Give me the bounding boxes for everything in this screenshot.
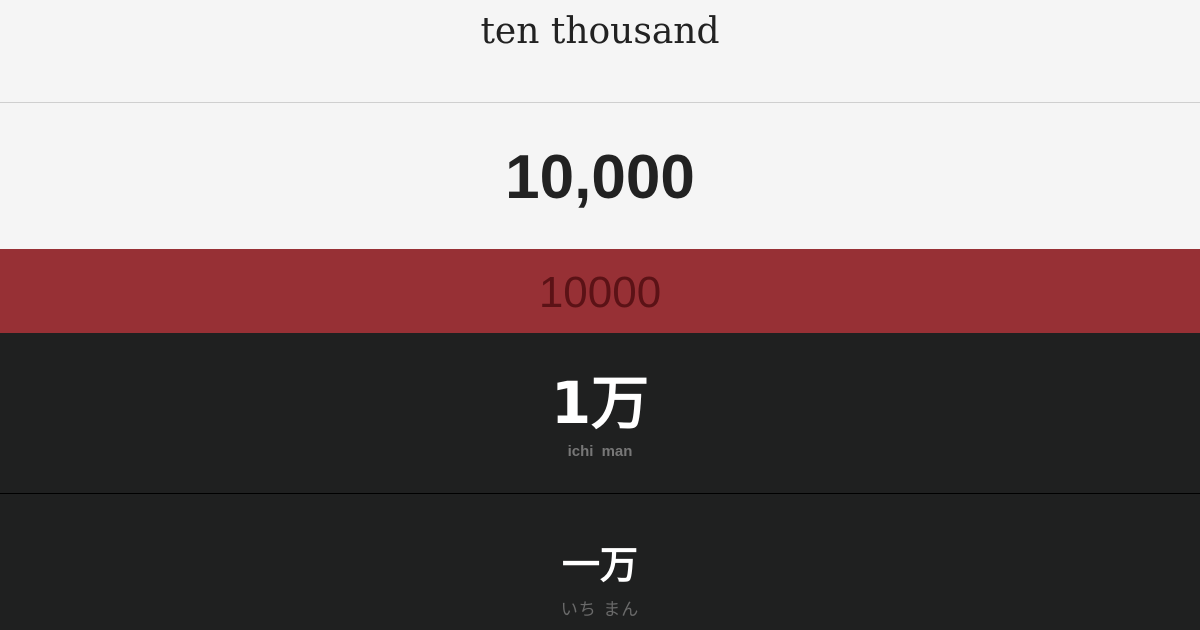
arabic-numeral-section: 10,000 <box>0 103 1200 249</box>
number-card: ten thousand 10,000 10000 1万 ichi man 一万… <box>0 0 1200 630</box>
romaji-reading: ichi man <box>567 443 633 460</box>
plain-number: 10000 <box>538 268 662 317</box>
formatted-number: 10,000 <box>505 143 695 212</box>
plain-number-band: 10000 <box>0 249 1200 333</box>
kanji-section: 一万 いち まん <box>0 494 1200 630</box>
mixed-japanese-number: 1万 <box>550 369 650 437</box>
english-word: ten thousand <box>480 11 720 52</box>
mixed-japanese-section: 1万 ichi man <box>0 333 1200 494</box>
english-word-section: ten thousand <box>0 0 1200 103</box>
kanji-number: 一万 <box>561 542 638 587</box>
hiragana-reading: いち まん <box>560 600 640 620</box>
